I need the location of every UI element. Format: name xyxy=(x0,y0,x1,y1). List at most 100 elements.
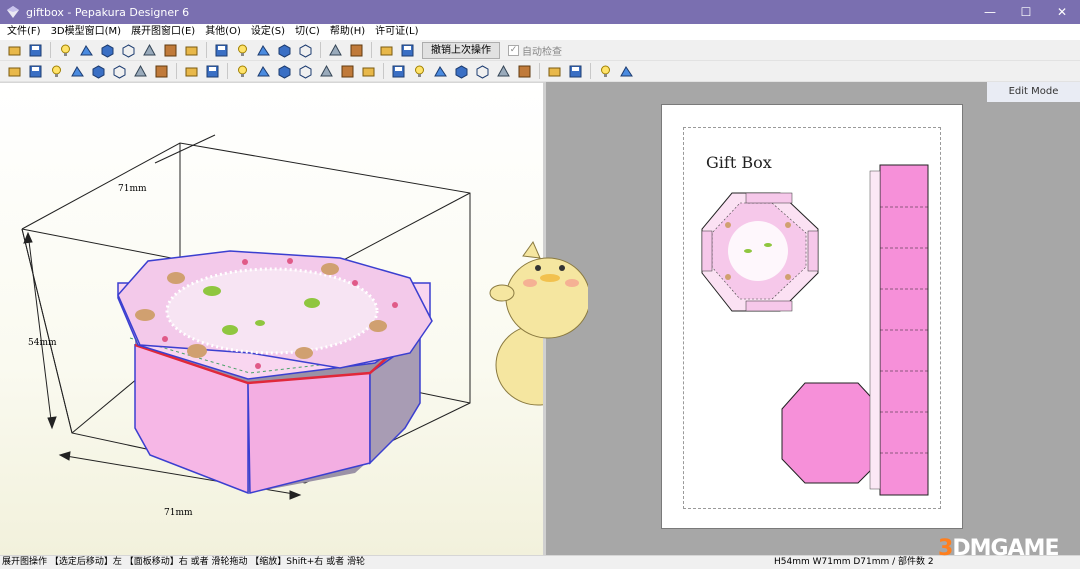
select-icon xyxy=(8,67,20,76)
auto-check-checkbox[interactable]: ✓ 自动检查 xyxy=(508,43,562,58)
align-right-button[interactable] xyxy=(493,62,513,81)
select-rect-button[interactable] xyxy=(325,41,345,60)
align-left-button[interactable] xyxy=(388,62,408,81)
page-setup-button[interactable] xyxy=(544,62,564,81)
texture-icon xyxy=(164,44,176,56)
copy-button[interactable] xyxy=(337,62,357,81)
menu-other[interactable]: 其他(O) xyxy=(200,24,246,40)
gift-box-3d-model: 71mm 54mm 71mm xyxy=(21,134,543,518)
toolbar-separator xyxy=(50,42,51,58)
menu-settings[interactable]: 设定(S) xyxy=(246,24,290,40)
box-icon xyxy=(155,65,167,77)
texture-button[interactable] xyxy=(160,41,180,60)
page2-button[interactable] xyxy=(316,62,336,81)
axis-button[interactable] xyxy=(253,41,273,60)
fold-button[interactable] xyxy=(253,62,273,81)
align-center-button[interactable] xyxy=(451,62,471,81)
menu-file[interactable]: 文件(F) xyxy=(2,24,46,40)
window-split-icon xyxy=(380,46,392,55)
layout-2d-view[interactable]: Edit Mode Gift Box xyxy=(489,82,1080,555)
model-3d-view[interactable]: 71mm 54mm 71mm xyxy=(0,82,543,555)
fold-icon xyxy=(256,65,270,76)
page-setup2-icon xyxy=(569,65,581,77)
lid-net[interactable] xyxy=(701,192,819,312)
dim-left-label: 54mm xyxy=(28,338,57,348)
toolbar-separator xyxy=(227,63,228,79)
window-split-button[interactable] xyxy=(376,41,396,60)
text-button[interactable] xyxy=(109,62,129,81)
image-button[interactable] xyxy=(130,62,150,81)
align-right-icon xyxy=(496,64,510,76)
flip-button[interactable] xyxy=(232,62,252,81)
save-button[interactable] xyxy=(25,41,45,60)
window-single-button[interactable] xyxy=(397,41,417,60)
page-setup2-button[interactable] xyxy=(565,62,585,81)
normal-button[interactable] xyxy=(139,41,159,60)
distribute-button[interactable] xyxy=(514,62,534,81)
dim-bottom-label: 71mm xyxy=(164,508,193,518)
line-button[interactable] xyxy=(67,62,87,81)
zoom-fit-icon xyxy=(619,65,633,76)
mascot-duck-overlay xyxy=(489,240,588,339)
zoom-fit-button[interactable] xyxy=(616,62,636,81)
cylinder-icon xyxy=(237,44,247,56)
paint-button[interactable] xyxy=(76,41,96,60)
page-button[interactable] xyxy=(295,62,315,81)
copy-icon xyxy=(341,65,353,77)
pen-button[interactable] xyxy=(88,62,108,81)
auto-check-label: 自动检查 xyxy=(522,46,562,58)
align-top-button[interactable] xyxy=(430,62,450,81)
print-button[interactable] xyxy=(358,62,378,81)
toolbar-separator xyxy=(539,63,540,79)
hierarchy-button[interactable] xyxy=(274,41,294,60)
menu-cut[interactable]: 切(C) xyxy=(290,24,325,40)
link-button[interactable] xyxy=(295,41,315,60)
fit-button[interactable] xyxy=(595,62,615,81)
move-button[interactable] xyxy=(346,41,366,60)
wire-cube-button[interactable] xyxy=(118,41,138,60)
light-icon xyxy=(60,44,70,56)
toolbar-separator xyxy=(371,42,372,58)
link-icon xyxy=(299,43,311,58)
status-dimensions: H54mm W71mm D71mm / 部件数 2 xyxy=(774,557,934,567)
app-icon xyxy=(7,6,19,18)
menu-3d-window[interactable]: 3D模型窗口(M) xyxy=(46,24,127,40)
solid-cube-button[interactable] xyxy=(97,41,117,60)
close-button[interactable]: ✕ xyxy=(1044,0,1080,24)
undo-button[interactable] xyxy=(181,62,201,81)
explode-button[interactable] xyxy=(181,41,201,60)
base-net[interactable] xyxy=(781,382,883,484)
edit-mode-label: Edit Mode xyxy=(987,82,1080,102)
menu-2d-window[interactable]: 展开图窗口(E) xyxy=(126,24,200,40)
menu-help[interactable]: 帮助(H) xyxy=(325,24,370,40)
menu-license[interactable]: 许可证(L) xyxy=(370,24,423,40)
page-icon xyxy=(299,64,311,79)
grid-button[interactable] xyxy=(46,62,66,81)
cylinder-button[interactable] xyxy=(232,41,252,60)
align-center-icon xyxy=(455,64,467,79)
rotate-button[interactable] xyxy=(25,62,45,81)
menu-bar: 文件(F) 3D模型窗口(M) 展开图窗口(E) 其他(O) 设定(S) 切(C… xyxy=(0,24,1080,40)
side-strip-net[interactable] xyxy=(869,164,929,496)
minimize-button[interactable]: — xyxy=(972,0,1008,24)
arrange-button[interactable] xyxy=(274,62,294,81)
select-rect-icon xyxy=(328,43,342,55)
select-button[interactable] xyxy=(4,62,24,81)
box-button[interactable] xyxy=(151,62,171,81)
redo-button[interactable] xyxy=(202,62,222,81)
align-top-icon xyxy=(433,65,447,76)
open-icon xyxy=(8,46,20,55)
material-button[interactable] xyxy=(211,41,231,60)
align-middle-button[interactable] xyxy=(472,62,492,81)
toolbar-separator xyxy=(206,42,207,58)
open-button[interactable] xyxy=(4,41,24,60)
undo-last-operation-button[interactable]: 撤销上次操作 xyxy=(422,41,500,59)
maximize-button[interactable]: ☐ xyxy=(1008,0,1044,24)
grid-icon xyxy=(51,65,61,77)
align-bottom-button[interactable] xyxy=(409,62,429,81)
toolbar-separator xyxy=(176,63,177,79)
align-left-icon xyxy=(392,65,404,77)
undo-icon xyxy=(185,67,197,76)
light-button[interactable] xyxy=(55,41,75,60)
watermark-logo: 3DMGAME xyxy=(938,536,1059,561)
